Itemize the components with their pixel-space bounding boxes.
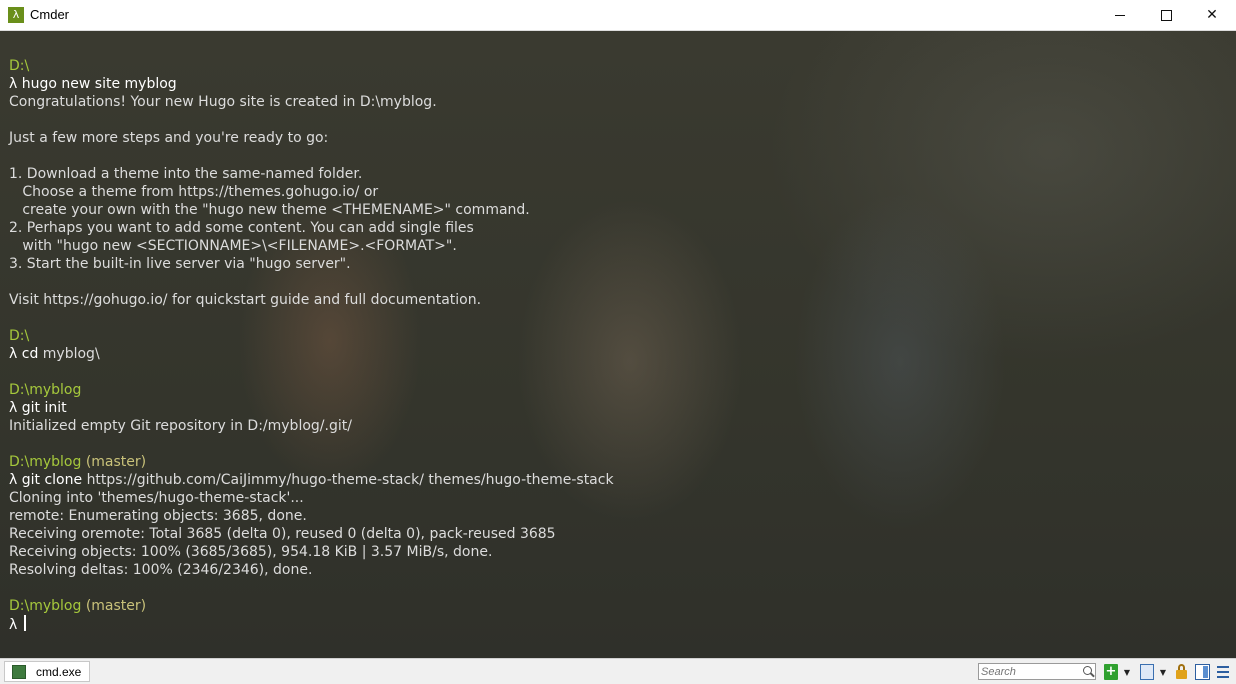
output-line: Visit https://gohugo.io/ for quickstart …: [9, 292, 482, 308]
output-line: Just a few more steps and you're ready t…: [9, 130, 329, 146]
status-bar: cmd.exe + ▼ ▼: [0, 658, 1236, 684]
minimize-icon: [1115, 14, 1125, 16]
prompt-path: D:\myblog: [9, 598, 82, 614]
git-branch: (master): [85, 454, 147, 470]
command-text: cd: [21, 346, 39, 362]
output-line: Receiving objects: 100% (3685/3685), 954…: [9, 544, 493, 560]
output-line: create your own with the "hugo new theme…: [9, 202, 530, 218]
output-line: Choose a theme from https://themes.gohug…: [9, 184, 379, 200]
lambda-prompt: λ: [9, 346, 18, 362]
lambda-prompt: λ: [9, 472, 18, 488]
output-line: Congratulations! Your new Hugo site is c…: [9, 94, 437, 110]
panel-icon[interactable]: [1195, 664, 1210, 680]
output-line: 2. Perhaps you want to add some content.…: [9, 220, 474, 236]
tab-label: cmd.exe: [36, 664, 82, 679]
command-args: myblog\: [42, 346, 100, 362]
new-console-dropdown-icon[interactable]: ▼: [1122, 664, 1132, 680]
text-cursor: [23, 615, 26, 631]
lambda-prompt: λ: [9, 617, 18, 633]
close-button[interactable]: ✕: [1189, 0, 1235, 30]
split-view-icon[interactable]: [1140, 664, 1154, 680]
view-dropdown-icon[interactable]: ▼: [1158, 664, 1168, 680]
command-line: λ cd myblog\: [9, 345, 614, 363]
prompt-path-line: D:\: [9, 327, 614, 345]
prompt-path: D:\: [9, 328, 30, 344]
cmd-tab-icon: [12, 664, 26, 679]
output-line: Cloning into 'themes/hugo-theme-stack'..…: [9, 490, 304, 506]
search-input[interactable]: [981, 665, 1077, 678]
lambda-app-icon[interactable]: λ: [8, 7, 24, 23]
command-args: https://github.com/CaiJimmy/hugo-theme-s…: [86, 472, 614, 488]
command-text: git init: [21, 400, 67, 416]
new-console-plus-icon[interactable]: +: [1104, 664, 1118, 680]
output-line: 1. Download a theme into the same-named …: [9, 166, 363, 182]
output-line: 3. Start the built-in live server via "h…: [9, 256, 351, 272]
output-line: [9, 111, 614, 129]
git-branch: (master): [85, 598, 147, 614]
console-output: D:\ λ hugo new site myblog Congratulations…: [9, 57, 614, 633]
command-text: hugo new site myblog: [21, 76, 177, 92]
prompt-path: D:\myblog: [9, 454, 82, 470]
output-line: [9, 435, 614, 453]
command-line: λ git clone https://github.com/CaiJimmy/…: [9, 471, 614, 489]
prompt-path: D:\: [9, 58, 30, 74]
maximize-icon: [1160, 9, 1172, 21]
output-line: [9, 309, 614, 327]
prompt-path-line: D:\: [9, 57, 614, 75]
output-line: [9, 273, 614, 291]
output-line: [9, 147, 614, 165]
title-bar[interactable]: λ Cmder ✕: [0, 0, 1236, 31]
prompt-path-line: D:\myblog (master): [9, 597, 614, 615]
cmder-window: λ Cmder ✕ D:\ λ hugo new site myblog Congr…: [0, 0, 1236, 684]
prompt-path: D:\myblog: [9, 382, 82, 398]
output-line: [9, 363, 614, 381]
output-line: remote: Enumerating objects: 3685, done.: [9, 508, 307, 524]
lock-icon[interactable]: [1175, 664, 1188, 680]
minimize-button[interactable]: [1097, 0, 1143, 30]
output-line: Resolving deltas: 100% (2346/2346), done…: [9, 562, 313, 578]
command-line: λ: [9, 615, 614, 633]
output-line: [9, 579, 614, 597]
command-line: λ hugo new site myblog: [9, 75, 614, 93]
search-box[interactable]: [978, 663, 1096, 680]
close-icon: ✕: [1206, 7, 1218, 23]
output-line: with "hugo new <SECTIONNAME>\<FILENAME>.…: [9, 238, 457, 254]
maximize-button[interactable]: [1143, 0, 1189, 30]
console-area[interactable]: D:\ λ hugo new site myblog Congratulations…: [0, 31, 1236, 658]
command-text: git clone: [21, 472, 83, 488]
output-line: Receiving oremote: Total 3685 (delta 0),…: [9, 526, 556, 542]
output-line: Initialized empty Git repository in D:/m…: [9, 418, 352, 434]
lambda-prompt: λ: [9, 400, 18, 416]
tab-cmd-exe[interactable]: cmd.exe: [4, 661, 90, 682]
lambda-prompt: λ: [9, 76, 18, 92]
menu-icon[interactable]: [1216, 664, 1230, 680]
window-title: Cmder: [30, 7, 70, 22]
prompt-path-line: D:\myblog (master): [9, 453, 614, 471]
command-line: λ git init: [9, 399, 614, 417]
search-icon[interactable]: [1083, 666, 1092, 675]
prompt-path-line: D:\myblog: [9, 381, 614, 399]
